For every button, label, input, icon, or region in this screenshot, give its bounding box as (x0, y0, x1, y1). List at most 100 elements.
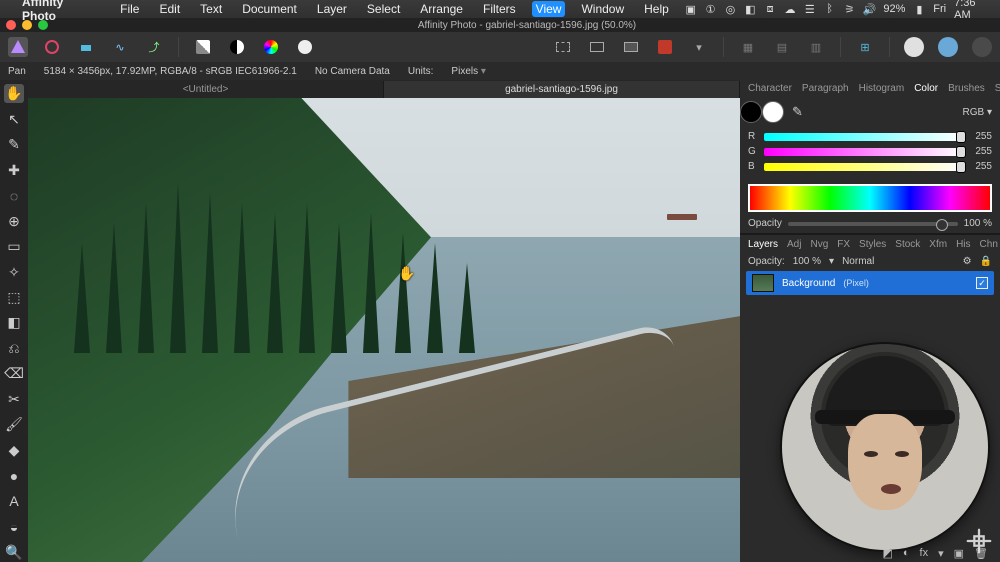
toolbar-autowb[interactable] (295, 37, 315, 57)
opacity-value[interactable]: 100 % (964, 218, 992, 229)
toolbar-arrange-2[interactable]: ▤ (772, 37, 792, 57)
tab-histogram[interactable]: Histogram (859, 83, 905, 94)
tab-styles[interactable]: Styles (859, 239, 886, 250)
menu-view[interactable]: View (532, 1, 566, 17)
layer-lock-icon[interactable]: 🔒 (980, 256, 992, 267)
tool-erase[interactable]: ⌫ (4, 364, 24, 383)
toolbar-arrange-1[interactable]: ▦ (738, 37, 758, 57)
tool-pan[interactable]: ✋ (4, 84, 24, 103)
units-dropdown[interactable]: Pixels (451, 66, 486, 77)
persona-photo[interactable] (8, 37, 28, 57)
dropbox-icon[interactable]: ⧈ (764, 3, 776, 15)
minimize-traffic[interactable] (22, 20, 32, 30)
layer-visibility-check[interactable]: ✓ (976, 277, 988, 289)
cloud-icon[interactable]: ☁ (784, 3, 796, 15)
wifi-icon[interactable]: ⚞ (844, 3, 856, 15)
tab-paragraph[interactable]: Paragraph (802, 83, 849, 94)
tool-crop[interactable]: ✚ (4, 160, 24, 179)
tab-color[interactable]: Color (914, 83, 938, 94)
tab-fx[interactable]: FX (837, 239, 850, 250)
tab-stock[interactable]: Stock (895, 239, 920, 250)
volume-icon[interactable]: 🔊 (863, 3, 875, 15)
eyedropper-icon[interactable]: ✎ (792, 104, 803, 120)
tab-xfm[interactable]: Xfm (929, 239, 947, 250)
bluetooth-icon[interactable]: ᛒ (824, 3, 836, 15)
back-color-icon[interactable] (740, 101, 762, 123)
tool-brush[interactable]: 🖌 (4, 415, 24, 434)
menu-document[interactable]: Document (238, 1, 301, 17)
adjust-icon[interactable]: ◐ (903, 547, 910, 560)
assistant-3[interactable] (972, 37, 992, 57)
tool-undo[interactable]: ⎌ (4, 339, 24, 358)
toolbar-snap[interactable]: ⊞ (855, 37, 875, 57)
tool-healing[interactable]: ✧ (4, 262, 24, 281)
tool-zoom[interactable]: 🔍 (4, 542, 24, 561)
toolbar-selection-3[interactable] (621, 37, 641, 57)
assistant-1[interactable] (904, 37, 924, 57)
b-value[interactable]: 255 (968, 161, 992, 172)
r-slider[interactable] (764, 133, 962, 141)
blend-mode-dropdown[interactable]: Normal (842, 256, 874, 267)
color-mode-dropdown[interactable]: RGB ▾ (963, 107, 992, 118)
status-icon-4[interactable]: ◧ (744, 3, 756, 15)
persona-develop[interactable] (76, 37, 96, 57)
tab-swatches[interactable]: Swatches (995, 83, 1000, 94)
toolbar-autolevels[interactable] (193, 37, 213, 57)
group-icon[interactable]: ▣ (954, 547, 964, 560)
layer-background[interactable]: Background (Pixel) ✓ (746, 271, 994, 295)
toolbar-quickmask[interactable] (655, 37, 675, 57)
assistant-2[interactable] (938, 37, 958, 57)
b-slider[interactable] (764, 163, 962, 171)
hue-spectrum[interactable] (748, 184, 992, 212)
tool-selectionbrush[interactable]: ◌ (4, 186, 24, 205)
doc-tab-untitled[interactable]: <Untitled> (28, 81, 384, 98)
tool-colorpicker[interactable]: ✎ (4, 135, 24, 154)
tool-patch[interactable]: ◧ (4, 313, 24, 332)
tool-clone[interactable]: ⬚ (4, 288, 24, 307)
g-value[interactable]: 255 (968, 146, 992, 157)
color-swatch-pair[interactable] (748, 101, 784, 123)
tab-his[interactable]: His (956, 239, 970, 250)
canvas[interactable]: ✋ (28, 98, 740, 562)
tab-nvg[interactable]: Nvg (810, 239, 828, 250)
tool-dodge[interactable]: ◒ (4, 517, 24, 536)
extra-icon[interactable]: ☰ (804, 3, 816, 15)
toolbar-arrange-3[interactable]: ▥ (806, 37, 826, 57)
menu-file[interactable]: File (116, 1, 143, 17)
menu-edit[interactable]: Edit (155, 1, 184, 17)
tool-marquee[interactable]: ▭ (4, 237, 24, 256)
tab-layers[interactable]: Layers (748, 239, 778, 250)
tab-chn[interactable]: Chn (980, 239, 998, 250)
tool-flood[interactable]: ⊕ (4, 211, 24, 230)
layer-gear-icon[interactable]: ⚙ (963, 256, 972, 267)
opacity-slider[interactable] (788, 222, 958, 226)
menu-select[interactable]: Select (363, 1, 404, 17)
r-value[interactable]: 255 (968, 131, 992, 142)
menu-window[interactable]: Window (577, 1, 628, 17)
tool-text[interactable]: A (4, 492, 24, 511)
toolbar-selection-1[interactable] (553, 37, 573, 57)
menu-help[interactable]: Help (640, 1, 673, 17)
mask-icon[interactable]: ◩ (882, 547, 892, 560)
status-icon-2[interactable]: ① (705, 3, 717, 15)
persona-tone[interactable]: ∿ (110, 37, 130, 57)
status-icon-3[interactable]: ◎ (725, 3, 737, 15)
persona-liquify[interactable] (42, 37, 62, 57)
tab-brushes[interactable]: Brushes (948, 83, 985, 94)
status-icon-1[interactable]: ▣ (685, 3, 697, 15)
doc-tab-gabriel[interactable]: gabriel-santiago-1596.jpg (384, 81, 740, 98)
layer-opacity-value[interactable]: 100 % (793, 256, 821, 267)
persona-export[interactable]: ⤴ (144, 37, 164, 57)
menu-filters[interactable]: Filters (479, 1, 520, 17)
battery-icon[interactable]: ▮ (913, 3, 925, 15)
tool-gradient[interactable]: ◆ (4, 441, 24, 460)
tab-character[interactable]: Character (748, 83, 792, 94)
tool-move[interactable]: ↖ (4, 109, 24, 128)
menu-arrange[interactable]: Arrange (416, 1, 467, 17)
toolbar-selection-2[interactable] (587, 37, 607, 57)
blend-icon[interactable]: ▾ (938, 547, 944, 560)
toolbar-refine[interactable]: ▾ (689, 37, 709, 57)
toolbar-autocolors[interactable] (261, 37, 281, 57)
zoom-traffic[interactable] (38, 20, 48, 30)
g-slider[interactable] (764, 148, 962, 156)
